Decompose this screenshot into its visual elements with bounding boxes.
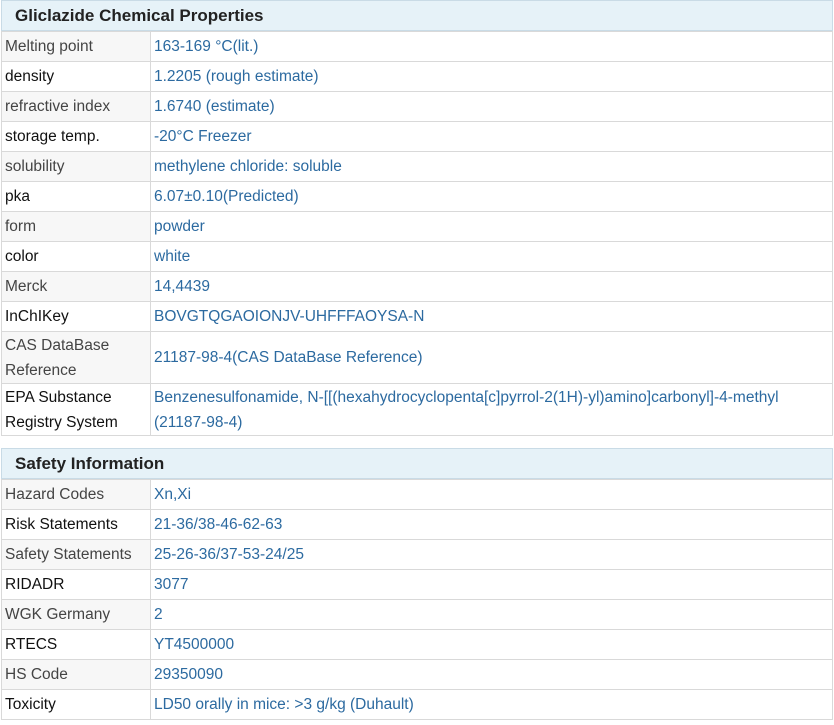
chemical-properties-table: Melting point 163-169 °C(lit.) density 1… <box>1 31 833 436</box>
property-value[interactable]: LD50 orally in mice: >3 g/kg (Duhault) <box>150 689 833 720</box>
table-row: Merck 14,4439 <box>1 271 833 302</box>
table-row: RTECS YT4500000 <box>1 629 833 660</box>
table-row: density 1.2205 (rough estimate) <box>1 61 833 92</box>
property-value[interactable]: 21-36/38-46-62-63 <box>150 509 833 540</box>
table-row: color white <box>1 241 833 272</box>
property-label: Risk Statements <box>1 509 151 540</box>
chemical-properties-section: Gliclazide Chemical Properties Melting p… <box>1 0 833 436</box>
table-row: HS Code 29350090 <box>1 659 833 690</box>
property-label: InChIKey <box>1 301 151 332</box>
safety-information-table: Hazard Codes Xn,Xi Risk Statements 21-36… <box>1 479 833 720</box>
property-value[interactable]: powder <box>150 211 833 242</box>
table-row: InChIKey BOVGTQGAOIONJV-UHFFFAOYSA-N <box>1 301 833 332</box>
property-value[interactable]: methylene chloride: soluble <box>150 151 833 182</box>
table-row: RIDADR 3077 <box>1 569 833 600</box>
property-label: color <box>1 241 151 272</box>
table-row: refractive index 1.6740 (estimate) <box>1 91 833 122</box>
property-label: solubility <box>1 151 151 182</box>
safety-information-section: Safety Information Hazard Codes Xn,Xi Ri… <box>1 448 833 720</box>
table-row: form powder <box>1 211 833 242</box>
property-label: RTECS <box>1 629 151 660</box>
property-value[interactable]: 21187-98-4(CAS DataBase Reference) <box>150 331 833 384</box>
property-label: Toxicity <box>1 689 151 720</box>
property-label: form <box>1 211 151 242</box>
table-row: Toxicity LD50 orally in mice: >3 g/kg (D… <box>1 689 833 720</box>
table-row: Hazard Codes Xn,Xi <box>1 479 833 510</box>
property-label: Hazard Codes <box>1 479 151 510</box>
property-value[interactable]: 6.07±0.10(Predicted) <box>150 181 833 212</box>
property-label: Melting point <box>1 31 151 62</box>
table-row: Safety Statements 25-26-36/37-53-24/25 <box>1 539 833 570</box>
property-value[interactable]: 25-26-36/37-53-24/25 <box>150 539 833 570</box>
property-value[interactable]: Benzenesulfonamide, N-[[(hexahydrocyclop… <box>150 383 833 436</box>
table-row: Risk Statements 21-36/38-46-62-63 <box>1 509 833 540</box>
property-value[interactable]: 2 <box>150 599 833 630</box>
property-value[interactable]: BOVGTQGAOIONJV-UHFFFAOYSA-N <box>150 301 833 332</box>
table-row: WGK Germany 2 <box>1 599 833 630</box>
property-label: HS Code <box>1 659 151 690</box>
property-label: pka <box>1 181 151 212</box>
property-value[interactable]: white <box>150 241 833 272</box>
property-value[interactable]: 163-169 °C(lit.) <box>150 31 833 62</box>
property-value[interactable]: 1.2205 (rough estimate) <box>150 61 833 92</box>
property-label: RIDADR <box>1 569 151 600</box>
property-value[interactable]: 3077 <box>150 569 833 600</box>
chemical-properties-title: Gliclazide Chemical Properties <box>1 0 833 31</box>
property-value[interactable]: Xn,Xi <box>150 479 833 510</box>
property-label: CAS DataBase Reference <box>1 331 151 384</box>
property-value[interactable]: YT4500000 <box>150 629 833 660</box>
property-value[interactable]: 14,4439 <box>150 271 833 302</box>
table-row: CAS DataBase Reference 21187-98-4(CAS Da… <box>1 331 833 384</box>
property-label: Safety Statements <box>1 539 151 570</box>
property-label: WGK Germany <box>1 599 151 630</box>
property-value[interactable]: 29350090 <box>150 659 833 690</box>
property-label: Merck <box>1 271 151 302</box>
property-value[interactable]: -20°C Freezer <box>150 121 833 152</box>
table-row: pka 6.07±0.10(Predicted) <box>1 181 833 212</box>
property-value[interactable]: 1.6740 (estimate) <box>150 91 833 122</box>
property-label: storage temp. <box>1 121 151 152</box>
safety-information-title: Safety Information <box>1 448 833 479</box>
property-label: EPA Substance Registry System <box>1 383 151 436</box>
table-row: solubility methylene chloride: soluble <box>1 151 833 182</box>
property-label: refractive index <box>1 91 151 122</box>
table-row: storage temp. -20°C Freezer <box>1 121 833 152</box>
property-label: density <box>1 61 151 92</box>
table-row: Melting point 163-169 °C(lit.) <box>1 31 833 62</box>
table-row: EPA Substance Registry System Benzenesul… <box>1 383 833 436</box>
